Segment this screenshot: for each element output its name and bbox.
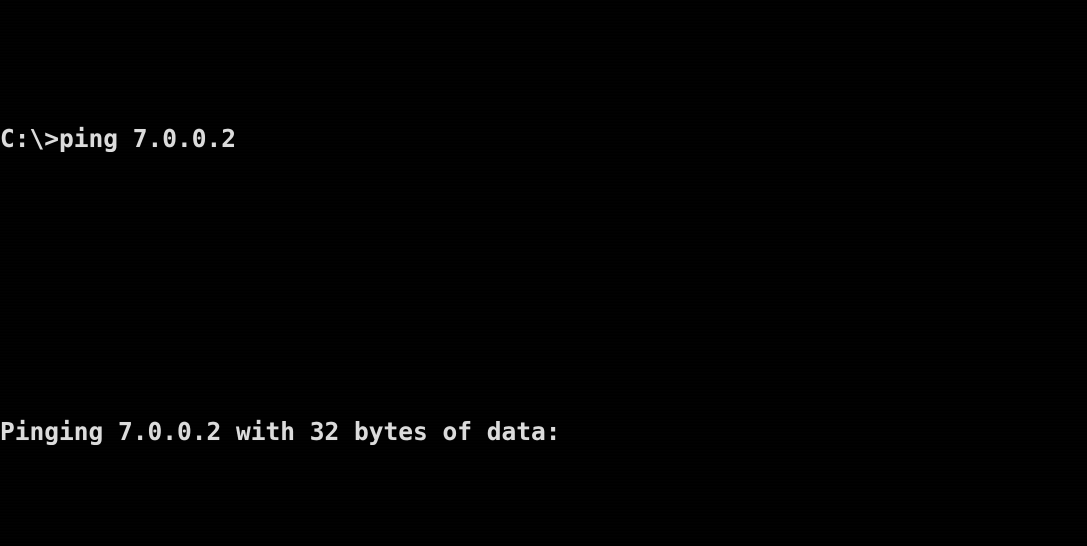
terminal-window[interactable]: C:\>ping 7.0.0.2 Pinging 7.0.0.2 with 32… [0,0,1087,546]
console-line-pinging-header: Pinging 7.0.0.2 with 32 bytes of data: [0,416,561,446]
console-line-command: C:\>ping 7.0.0.2 [0,123,237,153]
console-line-blank [0,267,1087,304]
console-output[interactable]: C:\>ping 7.0.0.2 Pinging 7.0.0.2 with 32… [0,11,1087,546]
